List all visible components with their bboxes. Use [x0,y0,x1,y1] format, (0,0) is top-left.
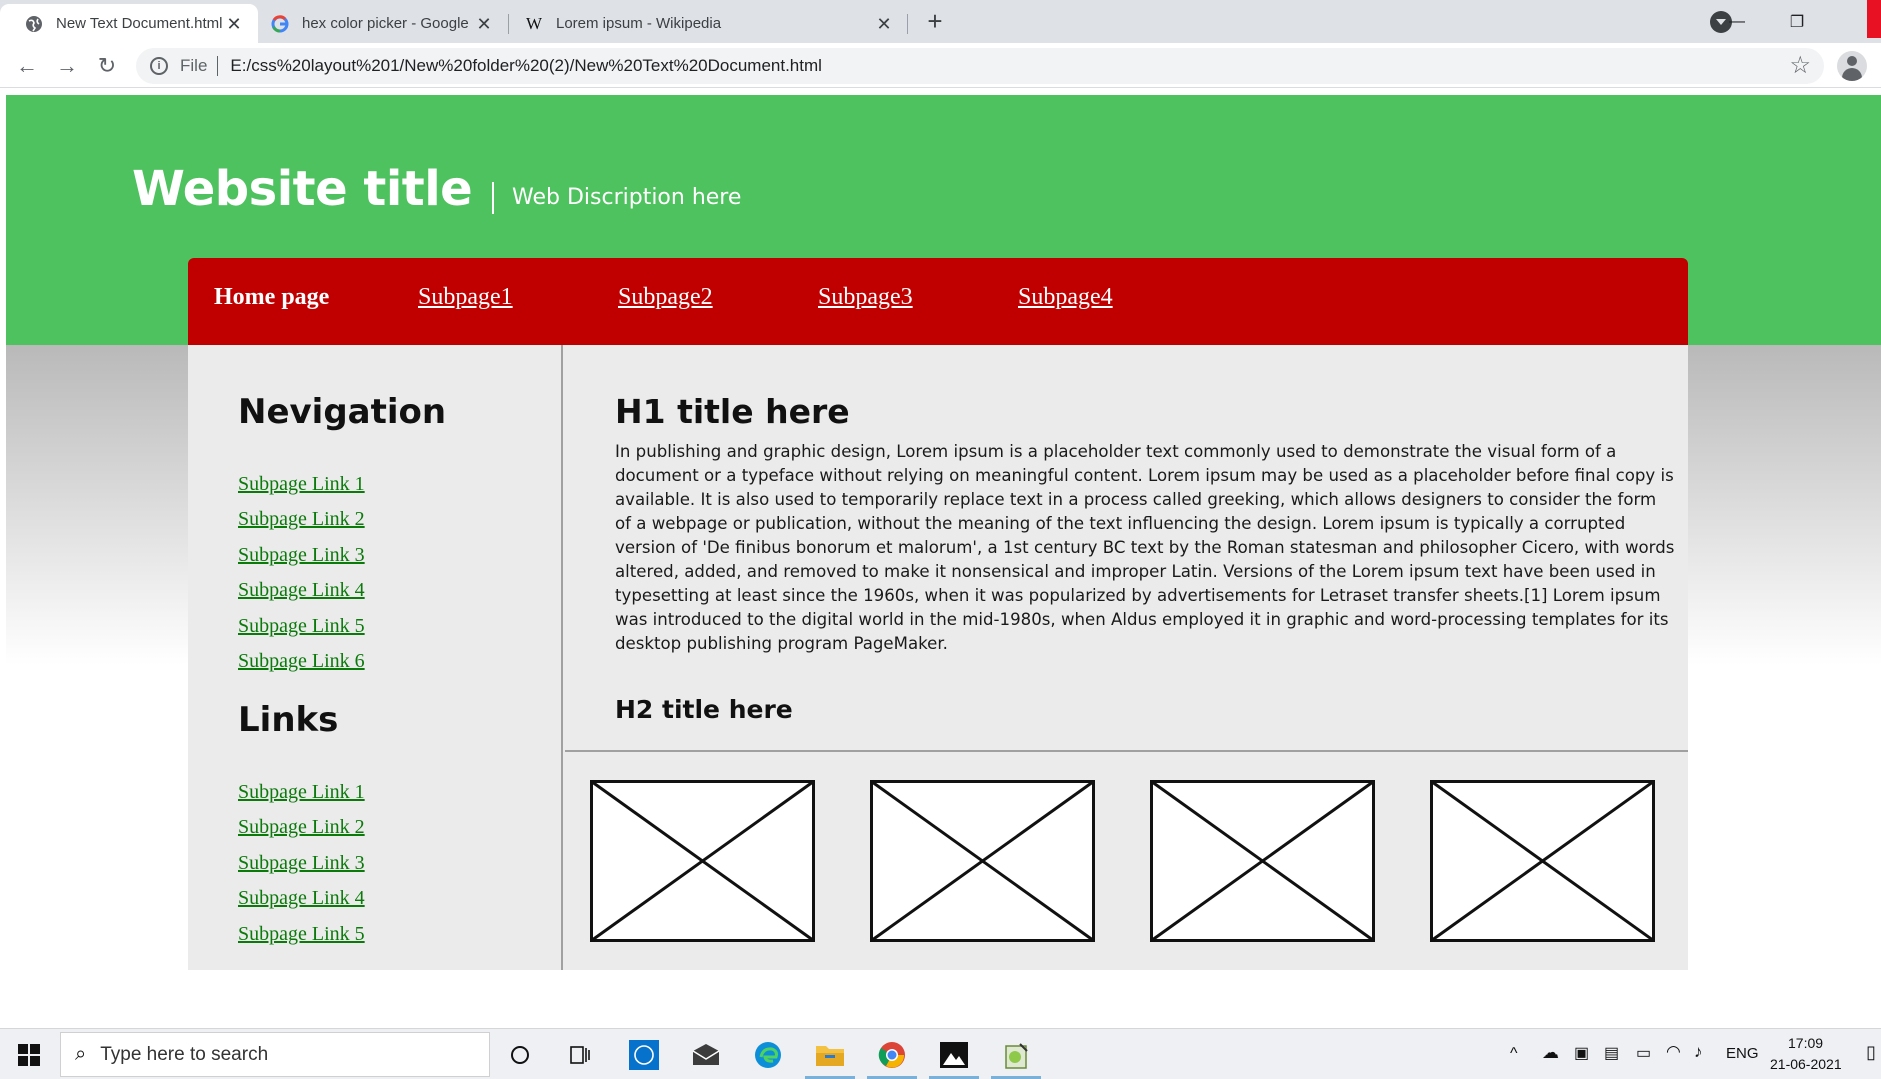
address-divider [217,56,219,76]
image-placeholder [1430,780,1655,942]
sidebar-link[interactable]: Subpage Link 4 [238,579,365,602]
taskbar-search-box[interactable]: ⌕ Type here to search [60,1032,490,1077]
chrome-icon[interactable] [876,1039,908,1071]
sidebar: Nevigation Subpage Link 1 Subpage Link 2… [188,345,563,970]
back-arrow-icon[interactable]: ← [12,51,42,81]
main-paragraph: In publishing and graphic design, Lorem … [615,442,1675,653]
tab-strip: New Text Document.html ✕ hex color picke… [0,0,1881,43]
restore-button[interactable]: ❐ [1767,0,1827,43]
meet-now-icon[interactable]: ▣ [1574,1043,1589,1063]
new-tab-button[interactable]: + [922,8,948,34]
wikipedia-icon: W [525,13,543,33]
task-view-icon[interactable] [564,1039,596,1071]
close-tab-icon[interactable]: ✕ [222,12,246,36]
dell-app-icon[interactable] [628,1039,660,1071]
cortana-icon[interactable] [504,1039,536,1071]
clock-date[interactable]: 21-06-2021 [1770,1056,1842,1072]
image-placeholder [590,780,815,942]
nav-home-page[interactable]: Home page [214,284,329,311]
globe-icon [24,14,44,34]
info-icon[interactable]: i [150,57,168,75]
sidebar-link[interactable]: Subpage Link 5 [238,923,365,946]
action-center-icon[interactable]: ▯ [1866,1042,1876,1063]
language-indicator[interactable]: ENG [1726,1045,1759,1062]
tab-hex-color-picker[interactable]: hex color picker - Google Search ✕ [258,4,508,43]
tab-lorem-ipsum-wikipedia[interactable]: W Lorem ipsum - Wikipedia ✕ [508,4,908,43]
notification-app-icon[interactable]: ▤ [1604,1043,1619,1063]
profile-avatar-icon[interactable] [1837,51,1867,81]
site-description: Web Discription here [492,182,741,214]
reload-icon[interactable]: ↻ [92,51,122,81]
main-heading-h1: H1 title here [615,392,850,431]
sidebar-link[interactable]: Subpage Link 2 [238,508,365,531]
image-placeholder [1150,780,1375,942]
window-controls: — ❐ [1707,0,1867,43]
mail-icon[interactable] [690,1039,722,1071]
photos-icon[interactable] [938,1039,970,1071]
tab-new-text-document[interactable]: New Text Document.html ✕ [0,4,258,43]
windows-taskbar: ⌕ Type here to search ^ ☁ ▣ ▤ ▭ ◠ ♪ ENG … [0,1028,1881,1079]
minimize-button[interactable]: — [1707,0,1767,43]
onedrive-icon[interactable]: ☁ [1542,1043,1559,1063]
sidebar-link[interactable]: Subpage Link 4 [238,887,365,910]
browser-toolbar: ← → ↻ i File E:/css%20layout%201/New%20f… [0,43,1881,88]
close-tab-icon[interactable]: ✕ [472,12,496,36]
nav-subpage2[interactable]: Subpage2 [618,284,713,311]
nav-subpage1[interactable]: Subpage1 [418,284,513,311]
tab-title: New Text Document.html [56,15,222,32]
clock-time[interactable]: 17:09 [1788,1035,1823,1051]
nav-subpage3[interactable]: Subpage3 [818,284,913,311]
tray-chevron-icon[interactable]: ^ [1510,1045,1518,1063]
sidebar-link[interactable]: Subpage Link 6 [238,650,365,673]
main-heading-h2: H2 title here [615,695,793,724]
site-title: Website title [132,161,473,217]
sidebar-link[interactable]: Subpage Link 3 [238,544,365,567]
google-icon [270,14,290,34]
windows-start-icon[interactable] [18,1044,40,1066]
nav-subpage4[interactable]: Subpage4 [1018,284,1113,311]
wifi-icon[interactable]: ◠ [1666,1042,1681,1062]
sidebar-link[interactable]: Subpage Link 2 [238,816,365,839]
sidebar-link[interactable]: Subpage Link 1 [238,473,365,496]
battery-icon[interactable]: ▭ [1636,1043,1651,1063]
address-url[interactable]: E:/css%20layout%201/New%20folder%20(2)/N… [230,56,822,76]
tab-title: Lorem ipsum - Wikipedia [556,15,722,32]
image-placeholder [870,780,1095,942]
forward-arrow-icon[interactable]: → [52,51,82,81]
address-scheme: File [180,56,208,75]
main-content: H1 title here In publishing and graphic … [565,345,1688,970]
close-tab-icon[interactable]: ✕ [872,12,896,36]
sidebar-link[interactable]: Subpage Link 3 [238,852,365,875]
taskbar-search-placeholder: Type here to search [100,1043,269,1065]
divider [565,750,1688,752]
close-window-highlight[interactable] [1867,0,1881,38]
web-page: Website title Web Discription here Home … [6,95,1881,1028]
bookmark-star-icon[interactable]: ☆ [1789,51,1811,80]
tab-separator [907,14,908,34]
sidebar-link[interactable]: Subpage Link 1 [238,781,365,804]
notepad-plus-plus-icon[interactable] [1000,1039,1032,1071]
file-explorer-icon[interactable] [814,1039,846,1071]
screen: New Text Document.html ✕ hex color picke… [0,0,1881,1079]
search-icon: ⌕ [75,1043,87,1065]
sidebar-heading-navigation: Nevigation [238,392,447,432]
volume-icon[interactable]: ♪ [1694,1042,1703,1062]
content-area: Nevigation Subpage Link 1 Subpage Link 2… [188,345,1688,970]
address-bar[interactable]: i File E:/css%20layout%201/New%20folder%… [136,48,1824,84]
sidebar-link[interactable]: Subpage Link 5 [238,615,365,638]
sidebar-heading-links: Links [238,700,339,740]
tab-title: hex color picker - Google Search [302,15,472,32]
edge-browser-icon[interactable] [752,1039,784,1071]
close-window-button[interactable] [1827,0,1867,43]
main-navigation: Home page Subpage1 Subpage2 Subpage3 Sub… [188,258,1688,345]
